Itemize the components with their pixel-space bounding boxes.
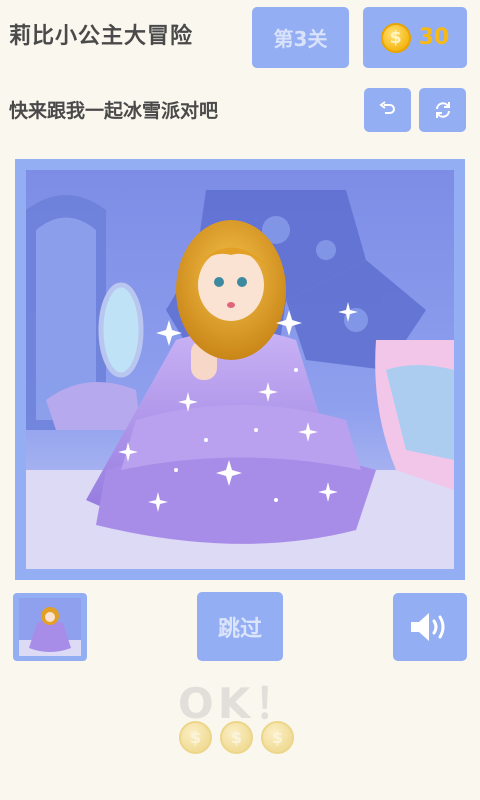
skip-button[interactable]: 跳过 [197,592,283,661]
reward-coin-icon: $ [261,721,294,754]
refresh-icon [435,102,450,118]
undo-button[interactable] [364,88,411,132]
refresh-button[interactable] [419,88,466,132]
reward-coin-icon: $ [220,721,253,754]
coin-counter[interactable]: $ 30 [363,7,467,68]
coin-icon: $ [380,22,411,53]
level-hint: 快来跟我一起冰雪派对吧 [9,100,219,122]
preview-thumbnail[interactable] [13,593,87,661]
coin-count: 30 [418,25,450,50]
game-title: 莉比小公主大冒险 [9,24,194,49]
undo-icon [378,101,395,114]
puzzle-image[interactable] [26,170,454,569]
reward-coins: $ $ $ [179,721,294,754]
speaker-icon [411,613,445,641]
level-badge[interactable]: 第3关 [252,7,349,68]
sound-button[interactable] [393,593,467,661]
reward-coin-icon: $ [179,721,212,754]
puzzle-frame [15,159,465,580]
